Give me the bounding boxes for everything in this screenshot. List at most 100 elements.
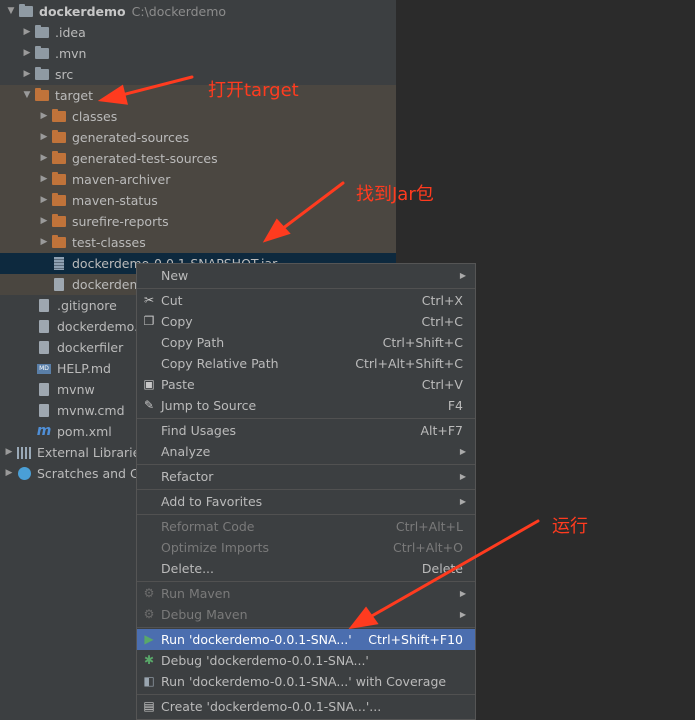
chevron-right-icon[interactable]: ▶ <box>20 64 34 85</box>
tree-row-generated-sources[interactable]: ▶ generated-sources <box>37 127 189 148</box>
chevron-right-icon[interactable]: ▶ <box>37 169 51 190</box>
gear-icon: ⚙ <box>143 586 155 600</box>
submenu-arrow-icon: ▶ <box>459 271 466 280</box>
bug-icon: ✱ <box>143 653 155 667</box>
tree-row-test-classes[interactable]: ▶ test-classes <box>37 232 146 253</box>
tree-row-dockerfile[interactable]: dockerfiler <box>36 337 123 358</box>
menu-shortcut: Ctrl+V <box>421 377 463 392</box>
tree-row-mvnw-cmd[interactable]: mvnw.cmd <box>36 400 125 421</box>
menu-item-paste[interactable]: ▣ Paste Ctrl+V <box>137 374 475 395</box>
file-icon <box>36 341 52 355</box>
menu-separator <box>137 694 475 695</box>
tree-row-gitignore[interactable]: .gitignore <box>36 295 117 316</box>
menu-item-create-configuration[interactable]: ▤ Create 'dockerdemo-0.0.1-SNA...'... <box>137 696 475 717</box>
tree-label: .idea <box>55 25 86 40</box>
tree-row-target[interactable]: ▼ target <box>20 85 93 106</box>
menu-item-run-maven[interactable]: ⚙ Run Maven ▶ <box>137 583 475 604</box>
menu-item-copy-path[interactable]: Copy Path Ctrl+Shift+C <box>137 332 475 353</box>
menu-item-new[interactable]: New ▶ <box>137 265 475 286</box>
menu-item-run[interactable]: ▶ Run 'dockerdemo-0.0.1-SNA...' Ctrl+Shi… <box>137 629 475 650</box>
menu-separator <box>137 489 475 490</box>
tree-row-help-md[interactable]: MD HELP.md <box>36 358 111 379</box>
project-name: dockerdemo <box>39 4 126 19</box>
menu-shortcut: Ctrl+X <box>421 293 463 308</box>
chevron-down-icon[interactable]: ▼ <box>4 1 18 22</box>
folder-icon <box>34 46 50 61</box>
tree-label: surefire-reports <box>72 214 169 229</box>
tree-row-project-root[interactable]: ▼ dockerdemo C:\dockerdemo <box>4 1 226 22</box>
tree-label: dockerdemo. <box>57 319 139 334</box>
menu-item-add-to-favorites[interactable]: Add to Favorites ▶ <box>137 491 475 512</box>
file-icon <box>36 383 52 397</box>
tree-label: mvnw <box>57 382 95 397</box>
menu-item-copy-relative-path[interactable]: Copy Relative Path Ctrl+Alt+Shift+C <box>137 353 475 374</box>
folder-icon <box>51 109 67 124</box>
menu-label: Debug 'dockerdemo-0.0.1-SNA...' <box>161 653 369 668</box>
chevron-right-icon[interactable]: ▶ <box>37 211 51 232</box>
run-config-icon: ▤ <box>143 699 155 713</box>
tree-row-pom[interactable]: m pom.xml <box>36 421 112 442</box>
markdown-file-icon: MD <box>36 362 52 376</box>
chevron-right-icon[interactable]: ▶ <box>37 232 51 253</box>
chevron-down-icon[interactable]: ▼ <box>20 85 34 106</box>
file-icon <box>36 299 52 313</box>
tree-row-dockerdemo-iml[interactable]: dockerdemo. <box>36 316 138 337</box>
context-menu: New ▶ ✂ Cut Ctrl+X ❐ Copy Ctrl+C Copy Pa… <box>136 263 476 720</box>
annotation-run: 运行 <box>552 516 588 537</box>
menu-item-debug-maven[interactable]: ⚙ Debug Maven ▶ <box>137 604 475 625</box>
tree-row-src[interactable]: ▶ src <box>20 64 73 85</box>
menu-label: Run 'dockerdemo-0.0.1-SNA...' <box>161 632 352 647</box>
menu-item-find-usages[interactable]: Find Usages Alt+F7 <box>137 420 475 441</box>
chevron-right-icon[interactable]: ▶ <box>37 148 51 169</box>
menu-item-copy[interactable]: ❐ Copy Ctrl+C <box>137 311 475 332</box>
menu-item-jump-to-source[interactable]: ✎ Jump to Source F4 <box>137 395 475 416</box>
menu-shortcut: Alt+F7 <box>420 423 463 438</box>
tree-row-mvn[interactable]: ▶ .mvn <box>20 43 86 64</box>
menu-item-analyze[interactable]: Analyze ▶ <box>137 441 475 462</box>
menu-item-reformat-code[interactable]: Reformat Code Ctrl+Alt+L <box>137 516 475 537</box>
menu-item-optimize-imports[interactable]: Optimize Imports Ctrl+Alt+O <box>137 537 475 558</box>
menu-item-run-with-coverage[interactable]: ◧ Run 'dockerdemo-0.0.1-SNA...' with Cov… <box>137 671 475 692</box>
menu-label: Debug Maven <box>161 607 248 622</box>
tree-row-jar-original[interactable]: dockerdemo <box>51 274 149 295</box>
chevron-right-icon[interactable]: ▶ <box>2 442 16 463</box>
menu-item-debug[interactable]: ✱ Debug 'dockerdemo-0.0.1-SNA...' <box>137 650 475 671</box>
chevron-right-icon[interactable]: ▶ <box>37 190 51 211</box>
tree-label: target <box>55 88 94 103</box>
folder-icon <box>51 151 67 166</box>
tree-row-scratches[interactable]: ▶ Scratches and Co <box>2 463 147 484</box>
chevron-right-icon[interactable]: ▶ <box>37 106 51 127</box>
tree-row-external-libraries[interactable]: ▶ External Libraries <box>2 442 147 463</box>
submenu-arrow-icon: ▶ <box>459 497 466 506</box>
menu-label: Jump to Source <box>161 398 257 413</box>
tree-row-classes[interactable]: ▶ classes <box>37 106 117 127</box>
submenu-arrow-icon: ▶ <box>459 610 466 619</box>
chevron-right-icon[interactable]: ▶ <box>20 22 34 43</box>
menu-label: Optimize Imports <box>161 540 270 555</box>
file-icon <box>36 404 52 418</box>
menu-item-refactor[interactable]: Refactor ▶ <box>137 466 475 487</box>
menu-shortcut: Delete <box>421 561 463 576</box>
menu-shortcut: Ctrl+Alt+Shift+C <box>355 356 463 371</box>
tree-row-idea[interactable]: ▶ .idea <box>20 22 86 43</box>
menu-item-delete[interactable]: Delete... Delete <box>137 558 475 579</box>
menu-label: Copy <box>161 314 193 329</box>
tree-row-maven-archiver[interactable]: ▶ maven-archiver <box>37 169 170 190</box>
tree-row-maven-status[interactable]: ▶ maven-status <box>37 190 158 211</box>
menu-shortcut: Ctrl+Alt+O <box>393 540 463 555</box>
menu-item-cut[interactable]: ✂ Cut Ctrl+X <box>137 290 475 311</box>
tree-label: test-classes <box>72 235 146 250</box>
folder-icon <box>34 67 50 82</box>
menu-label: Add to Favorites <box>161 494 263 509</box>
tree-row-surefire-reports[interactable]: ▶ surefire-reports <box>37 211 169 232</box>
chevron-right-icon[interactable]: ▶ <box>20 43 34 64</box>
menu-separator <box>137 464 475 465</box>
chevron-right-icon[interactable]: ▶ <box>37 127 51 148</box>
pencil-icon: ✎ <box>143 398 155 412</box>
tree-row-mvnw[interactable]: mvnw <box>36 379 95 400</box>
tree-label: generated-sources <box>72 130 190 145</box>
folder-icon <box>34 88 50 103</box>
chevron-right-icon[interactable]: ▶ <box>2 463 16 484</box>
tree-row-generated-test-sources[interactable]: ▶ generated-test-sources <box>37 148 218 169</box>
folder-icon <box>51 235 67 250</box>
